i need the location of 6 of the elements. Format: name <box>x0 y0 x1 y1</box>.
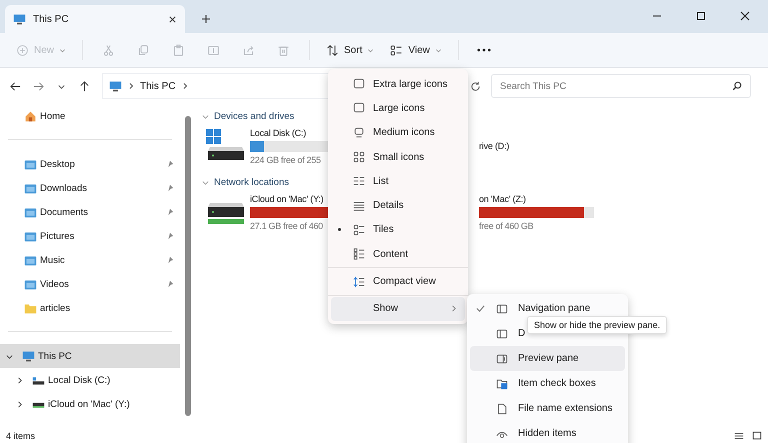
tooltip: Show or hide the preview pane. <box>527 316 668 334</box>
free-space-text: 27.1 GB free of 460 <box>250 220 323 230</box>
item-count: 4 items <box>6 431 36 441</box>
free-space-text: 224 GB free of 255 <box>250 154 321 164</box>
tab-title: This PC <box>33 14 70 24</box>
free-space-text: free of 460 GB <box>479 220 534 230</box>
